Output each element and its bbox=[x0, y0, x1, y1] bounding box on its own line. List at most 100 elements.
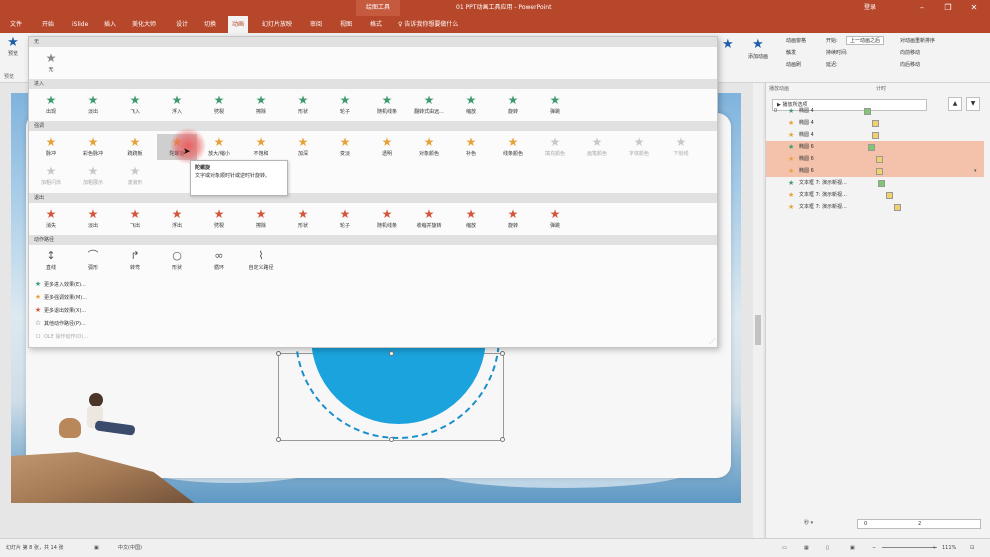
start-select[interactable]: 上一动画之后 bbox=[846, 36, 885, 45]
window-restore-icon[interactable]: ❐ bbox=[936, 0, 960, 16]
animation-list-item[interactable]: ★ 椭圆 4 bbox=[766, 129, 984, 141]
tell-me-search[interactable]: ♀ 告诉我你想要做什么 bbox=[398, 16, 458, 33]
effect-item[interactable]: ★ 劈裂 bbox=[199, 92, 239, 118]
more-effects-item[interactable]: ★ 更多强调效果(M)... bbox=[32, 291, 87, 303]
add-animation-button[interactable]: 添加动画 bbox=[748, 53, 768, 60]
zoom-out-icon[interactable]: − bbox=[872, 539, 876, 557]
effect-item[interactable]: ★ 飞入 bbox=[115, 92, 155, 118]
timeline-bar[interactable] bbox=[872, 132, 879, 139]
animation-list-item[interactable]: 0 ★ 椭圆 4 bbox=[766, 105, 984, 117]
resize-handle[interactable] bbox=[276, 437, 281, 442]
trigger-button[interactable]: 触发 bbox=[786, 49, 796, 56]
effect-item[interactable]: ★ 变淡 bbox=[325, 134, 365, 160]
effect-item[interactable]: ↱ 转弯 bbox=[115, 248, 155, 274]
animation-list-item[interactable]: ★ 椭圆 6 bbox=[766, 153, 984, 165]
animation-pane-button[interactable]: 动画窗格 bbox=[786, 37, 806, 44]
language-indicator[interactable]: 中文(中国) bbox=[118, 539, 142, 557]
effect-item[interactable]: ★ 填充颜色 bbox=[535, 134, 575, 160]
resize-handle[interactable] bbox=[500, 437, 505, 442]
move-later-button[interactable]: 向后移动 bbox=[900, 61, 920, 68]
animation-list-item[interactable]: ★ 文本框 7: 演示新视... bbox=[766, 189, 984, 201]
effect-item[interactable]: ★ 加粗展示 bbox=[73, 163, 113, 189]
slide-sorter-icon[interactable]: ▦ bbox=[804, 539, 809, 557]
resize-grip-icon[interactable]: ⋰ bbox=[709, 338, 715, 345]
timeline-bar[interactable] bbox=[878, 180, 885, 187]
animation-list-item[interactable]: ★ 文本框 7: 演示新视... bbox=[766, 177, 984, 189]
effect-item[interactable]: ★ 劈裂 bbox=[199, 206, 239, 232]
effect-item[interactable]: ★ 飞出 bbox=[115, 206, 155, 232]
effect-item[interactable]: ★ 出现 bbox=[31, 92, 71, 118]
tab-review[interactable]: 审阅 bbox=[306, 16, 326, 33]
effect-item[interactable]: ★ 画笔颜色 bbox=[577, 134, 617, 160]
timeline-bar[interactable] bbox=[864, 108, 871, 115]
effect-item[interactable]: ★ 弹跳 bbox=[535, 92, 575, 118]
animation-list-item[interactable]: ★ 椭圆 6 ▾ bbox=[766, 165, 984, 177]
tab-slideshow[interactable]: 幻灯片放映 bbox=[258, 16, 296, 33]
effect-item[interactable]: ○ 形状 bbox=[157, 248, 197, 274]
tab-islide[interactable]: iSlide bbox=[68, 16, 92, 33]
tab-home[interactable]: 开始 bbox=[38, 16, 58, 33]
tab-animations[interactable]: 动画 bbox=[228, 16, 249, 33]
effect-item[interactable]: ★ 消失 bbox=[31, 206, 71, 232]
effect-item[interactable]: ★ 透明 bbox=[367, 134, 407, 160]
effect-item[interactable]: ★ 弹跳 bbox=[535, 206, 575, 232]
zoom-in-icon[interactable]: + bbox=[932, 539, 936, 557]
tab-format[interactable]: 格式 bbox=[366, 16, 386, 33]
login-button[interactable]: 登录 bbox=[864, 0, 876, 16]
effect-item[interactable]: ★ 旋转 bbox=[493, 92, 533, 118]
more-effects-item[interactable]: ★ 更多进入效果(E)... bbox=[32, 278, 86, 290]
effect-item[interactable]: ★ 彩色脉冲 bbox=[73, 134, 113, 160]
effect-item[interactable]: ★ 擦除 bbox=[241, 92, 281, 118]
timeline-bar[interactable] bbox=[876, 168, 883, 175]
fit-slide-icon[interactable]: ⊡ bbox=[970, 539, 974, 557]
effect-item[interactable]: ↕ 直线 bbox=[31, 248, 71, 274]
effect-item[interactable]: ★ 补色 bbox=[451, 134, 491, 160]
timeline-bar[interactable] bbox=[872, 120, 879, 127]
animation-list-item[interactable]: ★ 椭圆 4 bbox=[766, 117, 984, 129]
tab-insert[interactable]: 插入 bbox=[100, 16, 120, 33]
effect-item[interactable]: ★ 不饱和 bbox=[241, 134, 281, 160]
tab-file[interactable]: 文件 bbox=[6, 16, 26, 33]
effect-item[interactable]: ★ 对象颜色 bbox=[409, 134, 449, 160]
effect-item[interactable]: ★ 加深 bbox=[283, 134, 323, 160]
effect-item[interactable]: ★ 脉冲 bbox=[31, 134, 71, 160]
effect-item[interactable]: ★ 跷跷板 bbox=[115, 134, 155, 160]
effect-item[interactable]: ★ 波浪形 bbox=[115, 163, 155, 189]
preview-button[interactable]: ★ 预览 bbox=[3, 36, 23, 58]
timeline-bar[interactable] bbox=[876, 156, 883, 163]
effect-none[interactable]: ★ 无 bbox=[31, 50, 71, 76]
effect-item[interactable]: ★ 形状 bbox=[283, 92, 323, 118]
vertical-scrollbar[interactable] bbox=[753, 83, 763, 538]
animation-painter-button[interactable]: 动画刷 bbox=[786, 61, 801, 68]
timeline-bar[interactable] bbox=[868, 144, 875, 151]
chevron-down-icon[interactable]: ▾ bbox=[974, 165, 977, 177]
animation-list-item[interactable]: ★ 椭圆 6 bbox=[766, 141, 984, 153]
resize-handle[interactable] bbox=[500, 351, 505, 356]
resize-handle[interactable] bbox=[389, 351, 394, 356]
effect-item[interactable]: ★ 淡出 bbox=[73, 92, 113, 118]
window-close-icon[interactable]: ✕ bbox=[962, 0, 986, 16]
reading-view-icon[interactable]: ▯ bbox=[826, 539, 829, 557]
more-effects-item[interactable]: ★ 更多退出效果(X)... bbox=[32, 304, 86, 316]
effect-item[interactable]: ★ 淡出 bbox=[73, 206, 113, 232]
normal-view-icon[interactable]: ▭ bbox=[782, 539, 787, 557]
effect-item[interactable]: ★ 浮出 bbox=[157, 206, 197, 232]
effect-item[interactable]: ★ 形状 bbox=[283, 206, 323, 232]
effect-item[interactable]: ★ 随机线条 bbox=[367, 206, 407, 232]
effect-item[interactable]: ★ 缩放 bbox=[451, 206, 491, 232]
tab-transitions[interactable]: 切换 bbox=[200, 16, 220, 33]
effect-item[interactable]: ★ 擦除 bbox=[241, 206, 281, 232]
effect-item[interactable]: ★ 随机线条 bbox=[367, 92, 407, 118]
effect-item[interactable]: ★ 旋转 bbox=[493, 206, 533, 232]
tab-view[interactable]: 视图 bbox=[336, 16, 356, 33]
effect-item[interactable]: ★ 字体颜色 bbox=[619, 134, 659, 160]
window-minimize-icon[interactable]: – bbox=[910, 0, 934, 16]
zoom-slider[interactable] bbox=[882, 547, 937, 548]
timeline-bar[interactable] bbox=[894, 204, 901, 211]
effect-item[interactable]: ★ 收缩并旋转 bbox=[409, 206, 449, 232]
selected-shape-frame[interactable] bbox=[276, 234, 505, 442]
effect-item[interactable]: ★ 下划线 bbox=[661, 134, 701, 160]
effect-item[interactable]: ∞ 循环 bbox=[199, 248, 239, 274]
effect-item[interactable]: ⌒ 弧形 bbox=[73, 248, 113, 274]
spellcheck-icon[interactable]: ▣ bbox=[94, 539, 99, 557]
